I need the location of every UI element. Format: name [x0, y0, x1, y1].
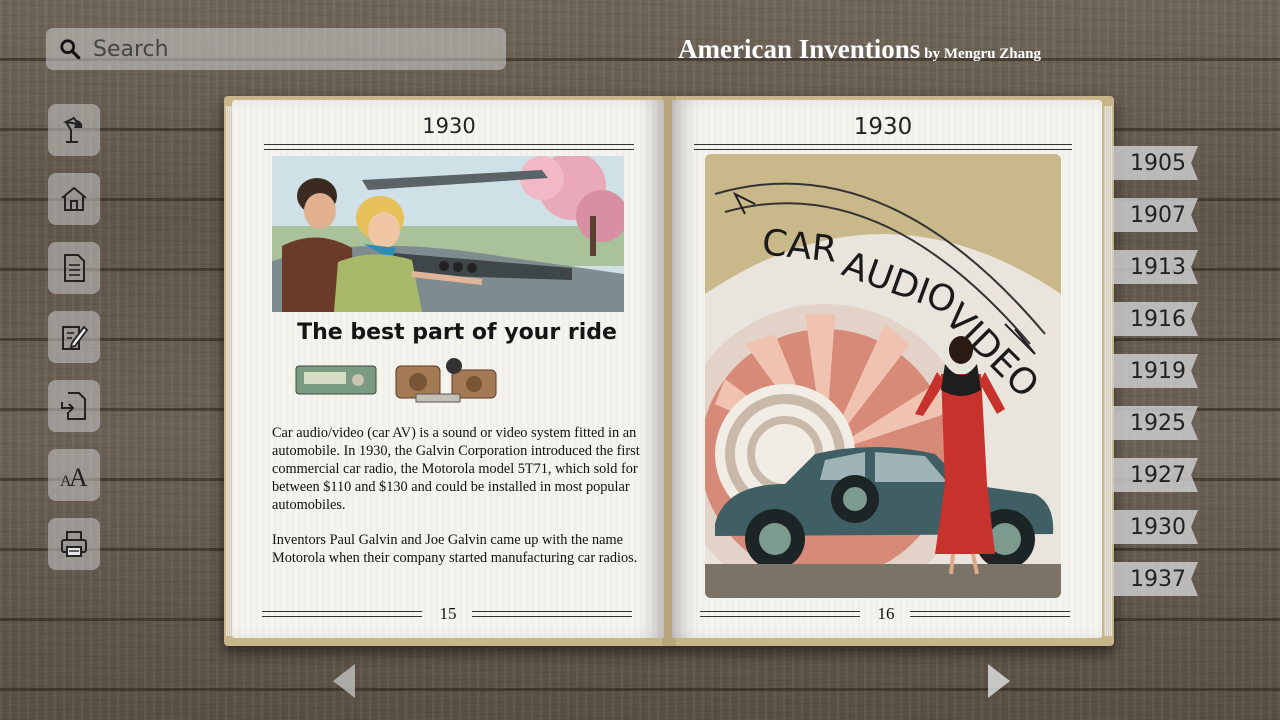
document-button[interactable] — [48, 242, 100, 294]
home-button[interactable] — [48, 173, 100, 225]
footer-rule-left — [262, 611, 422, 617]
year-tab[interactable]: 1925 — [1112, 406, 1198, 440]
year-tab[interactable]: 1907 — [1112, 198, 1198, 232]
search-input[interactable] — [91, 35, 475, 63]
header-rule — [264, 144, 634, 150]
home-icon — [61, 186, 87, 211]
footer-rule-right — [472, 611, 632, 617]
page-number: 16 — [877, 604, 895, 623]
page-edges-right — [1104, 106, 1112, 636]
arrow-left-icon[interactable] — [333, 664, 355, 698]
document-icon — [64, 254, 85, 282]
book-author: by Mengru Zhang — [924, 46, 1041, 62]
import-button[interactable] — [48, 380, 100, 432]
footer-rule-right — [910, 611, 1070, 617]
edit-note-button[interactable] — [48, 311, 100, 363]
year-tab[interactable]: 1916 — [1112, 302, 1198, 336]
left-page-year: 1930 — [422, 114, 476, 138]
page-footer: 16 — [700, 604, 1072, 626]
page-footer: 15 — [262, 604, 634, 626]
book-title: American Inventions — [678, 34, 921, 64]
year-tab[interactable]: 1930 — [1112, 510, 1198, 544]
header-rule — [694, 144, 1072, 150]
vintage-radios-illustration — [295, 358, 497, 403]
footer-rule-left — [700, 611, 860, 617]
year-tab[interactable]: 1927 — [1112, 458, 1198, 492]
lamp-icon — [62, 116, 83, 143]
vintage-car-couple-illustration — [272, 156, 624, 312]
app-title: American Inventions by Mengru Zhang — [678, 34, 1041, 65]
year-tab[interactable]: 1905 — [1112, 146, 1198, 180]
search-bar[interactable] — [46, 28, 506, 70]
search-icon — [60, 39, 81, 60]
print-icon — [61, 531, 87, 557]
font-size-button[interactable]: A A — [48, 449, 100, 501]
right-page: 1930 CAR AUDIO VIDEO 16 — [672, 100, 1102, 638]
car-audio-video-poster: CAR AUDIO VIDEO — [705, 154, 1061, 598]
import-document-icon — [61, 392, 86, 420]
svg-text:CAR: CAR — [760, 222, 839, 271]
page-number: 15 — [439, 604, 457, 623]
lamp-button[interactable] — [48, 104, 100, 156]
svg-text:A: A — [69, 463, 88, 491]
font-size-icon: A A — [60, 463, 88, 491]
year-tab[interactable]: 1937 — [1112, 562, 1198, 596]
poster-artwork: CAR AUDIO VIDEO — [705, 154, 1061, 598]
print-button[interactable] — [48, 518, 100, 570]
paragraph: Inventors Paul Galvin and Joe Galvin cam… — [272, 532, 638, 566]
year-tab[interactable]: 1913 — [1112, 250, 1198, 284]
arrow-right-icon[interactable] — [988, 664, 1010, 698]
book: 1930 The best part of your ride Car audi… — [224, 96, 1114, 646]
sidebar: A A — [48, 104, 100, 587]
year-tabs: 1905 1907 1913 1916 1919 1925 1927 1930 … — [1112, 146, 1198, 614]
year-tab[interactable]: 1919 — [1112, 354, 1198, 388]
right-page-year: 1930 — [853, 114, 913, 140]
edit-note-icon — [62, 325, 89, 350]
left-page: 1930 The best part of your ride Car audi… — [232, 100, 664, 638]
tagline: The best part of your ride — [297, 320, 617, 345]
paragraph: Car audio/video (car AV) is a sound or v… — [272, 425, 640, 513]
article-text: Car audio/video (car AV) is a sound or v… — [272, 424, 642, 584]
